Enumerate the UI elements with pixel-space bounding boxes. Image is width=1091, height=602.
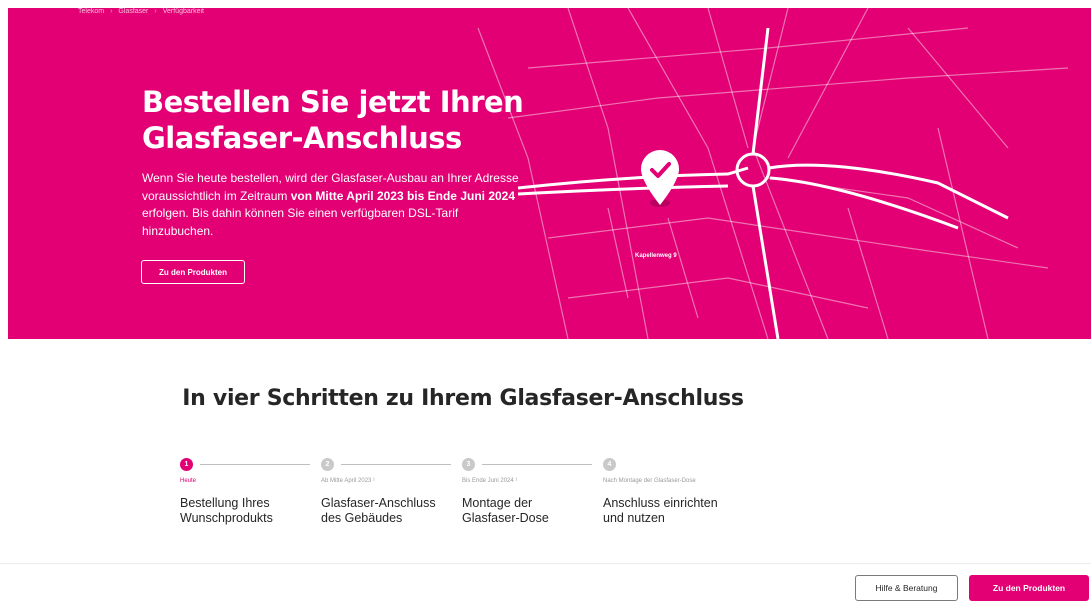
step-description-line: Wunschprodukts bbox=[180, 511, 273, 525]
step-number-badge: 3 bbox=[462, 458, 475, 471]
step-description-line: Bestellung Ihres bbox=[180, 496, 270, 510]
step-description: Glasfaser-Anschluss des Gebäudes bbox=[321, 496, 461, 526]
step-connector bbox=[341, 464, 451, 465]
hero-banner: Telekom › Glasfaser › Verfügbarkeit Best… bbox=[8, 8, 1091, 339]
breadcrumb-separator: › bbox=[110, 8, 113, 15]
breadcrumb-item[interactable]: Glasfaser bbox=[118, 8, 148, 15]
step-description: Anschluss einrichten und nutzen bbox=[603, 496, 743, 526]
step-date: Nach Montage der Glasfaser-Dose bbox=[603, 478, 696, 484]
hero-intro: Wenn Sie heute bestellen, wird der Glasf… bbox=[142, 170, 532, 240]
map-address-label: Kapellenweg 9 bbox=[635, 253, 677, 259]
step-description-line: Glasfaser-Anschluss bbox=[321, 496, 436, 510]
steps-title: In vier Schritten zu Ihrem Glasfaser-Ans… bbox=[182, 386, 744, 411]
step-2: 2 Ab Mitte April 2023 ¹ Glasfaser-Anschl… bbox=[321, 458, 461, 526]
location-pin-icon bbox=[641, 150, 679, 205]
breadcrumb: Telekom › Glasfaser › Verfügbarkeit bbox=[78, 8, 204, 15]
hero-title-line1: Bestellen Sie jetzt Ihren bbox=[142, 85, 524, 119]
step-number-badge: 4 bbox=[603, 458, 616, 471]
hero-title: Bestellen Sie jetzt Ihren Glasfaser-Ansc… bbox=[142, 84, 562, 156]
step-4: 4 Nach Montage der Glasfaser-Dose Anschl… bbox=[603, 458, 743, 526]
step-description: Montage der Glasfaser-Dose bbox=[462, 496, 602, 526]
breadcrumb-item[interactable]: Telekom bbox=[78, 8, 104, 15]
hero-title-line2: Glasfaser-Anschluss bbox=[142, 121, 462, 155]
step-3: 3 Bis Ende Juni 2024 ¹ Montage der Glasf… bbox=[462, 458, 602, 526]
step-description-line: Anschluss einrichten bbox=[603, 496, 718, 510]
breadcrumb-separator: › bbox=[154, 8, 157, 15]
hero-products-button[interactable]: Zu den Produkten bbox=[141, 260, 245, 284]
step-date: Bis Ende Juni 2024 ¹ bbox=[462, 478, 518, 484]
step-description-line: Montage der bbox=[462, 496, 533, 510]
step-number-badge: 2 bbox=[321, 458, 334, 471]
step-number-badge: 1 bbox=[180, 458, 193, 471]
step-1: 1 Heute Bestellung Ihres Wunschprodukts bbox=[180, 458, 320, 526]
intro-date-range: von Mitte April 2023 bis Ende Juni 2024 bbox=[290, 188, 516, 203]
step-connector bbox=[200, 464, 310, 465]
step-date: Heute bbox=[180, 478, 197, 484]
products-button[interactable]: Zu den Produkten bbox=[969, 575, 1089, 601]
step-description-line: und nutzen bbox=[603, 511, 665, 525]
step-date: Ab Mitte April 2023 ¹ bbox=[321, 478, 376, 484]
intro-text-end: erfolgen. Bis dahin können Sie einen ver… bbox=[142, 206, 459, 238]
step-description-line: Glasfaser-Dose bbox=[462, 511, 549, 525]
step-connector bbox=[482, 464, 592, 465]
breadcrumb-item-current: Verfügbarkeit bbox=[162, 8, 204, 15]
step-description-line: des Gebäudes bbox=[321, 511, 403, 525]
steps-timeline: 1 Heute Bestellung Ihres Wunschprodukts … bbox=[180, 458, 740, 548]
step-description: Bestellung Ihres Wunschprodukts bbox=[180, 496, 320, 526]
help-advice-button[interactable]: Hilfe & Beratung bbox=[855, 575, 958, 601]
